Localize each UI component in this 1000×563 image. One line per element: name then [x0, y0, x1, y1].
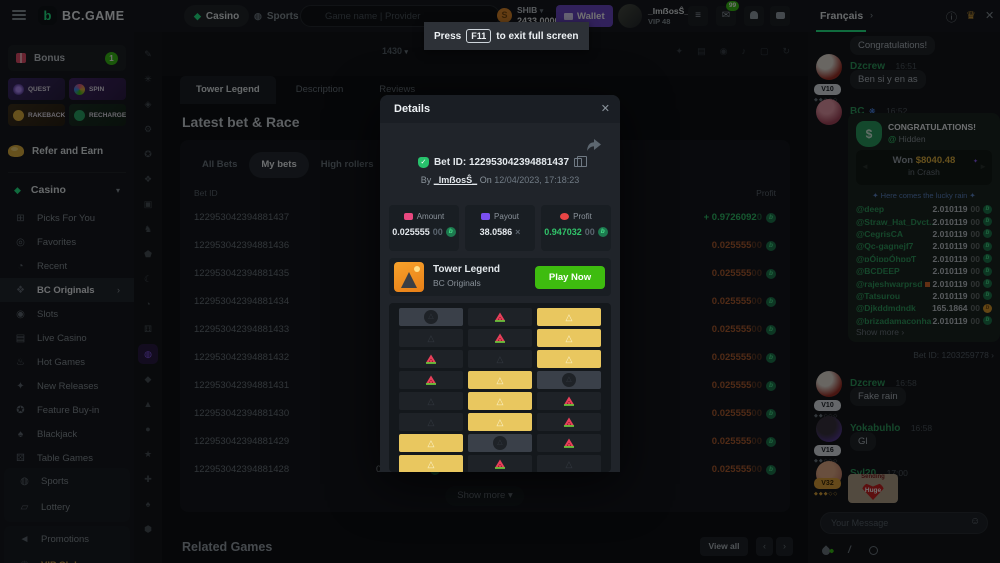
tower-result-grid: △ △ △	[389, 303, 611, 472]
toast-text: Press	[434, 31, 461, 42]
stat-profit: Profit 0.94703200	[541, 205, 611, 251]
tower-cell-dim	[399, 413, 463, 431]
f11-keycap: F11	[466, 29, 491, 43]
tower-cell-melon	[468, 329, 532, 347]
amount-icon	[404, 213, 413, 220]
tower-cell-gold	[399, 434, 463, 452]
profit-icon	[560, 213, 569, 220]
tower-cell-dim	[399, 392, 463, 410]
stat-payout: Payout 38.0586×	[465, 205, 535, 251]
bcgame-app: b BC.GAME ◆ Casino ◍ Sports ⌕ S SHIB ▾ 2…	[0, 0, 1000, 563]
toast-text: to exit full screen	[496, 31, 578, 42]
game-category: BC Originals	[433, 278, 481, 288]
fullscreen-toast: Press F11 to exit full screen	[424, 22, 589, 50]
tower-cell-gold	[399, 455, 463, 472]
game-name: Tower Legend	[433, 264, 500, 275]
tower-cell-dim	[468, 350, 532, 368]
tower-cell-melon	[399, 350, 463, 368]
modal-player-link[interactable]: _ImẞosŜ_	[434, 175, 477, 185]
verified-shield-icon: ✓	[418, 157, 429, 168]
tower-cell-melon	[399, 371, 463, 389]
modal-bet-id-row: ✓ Bet ID: 122953042394881437	[380, 157, 620, 168]
tower-cell-gold	[537, 350, 601, 368]
tower-cell-melon	[468, 308, 532, 326]
modal-close-icon[interactable]: ✕	[601, 102, 610, 115]
modal-stats: Amount 0.02555500 Payout 38.0586× Profit…	[389, 205, 611, 251]
tower-cell-melon	[468, 455, 532, 472]
stat-amount: Amount 0.02555500	[389, 205, 459, 251]
tower-cell-melon	[537, 392, 601, 410]
tower-cell-dim	[537, 455, 601, 472]
tower-cell-block: △	[537, 371, 601, 389]
tower-cell-dim	[399, 329, 463, 347]
tower-cell-melon	[537, 434, 601, 452]
tower-cell-gold	[468, 392, 532, 410]
modal-title: Details	[394, 103, 430, 115]
tower-cell-gold	[468, 413, 532, 431]
tower-cell-gold	[537, 308, 601, 326]
coin-icon	[598, 227, 608, 237]
modal-game-card: Tower Legend BC Originals Play Now	[389, 258, 611, 296]
copy-icon[interactable]	[574, 158, 582, 167]
modal-datetime: 12/04/2023, 17:18:23	[494, 175, 579, 185]
coin-icon	[446, 227, 456, 237]
modal-header: Details ✕	[380, 95, 620, 123]
modal-bet-id: Bet ID: 122953042394881437	[434, 157, 569, 168]
payout-icon	[481, 213, 490, 220]
play-now-button[interactable]: Play Now	[535, 266, 605, 289]
tower-cell-gold	[537, 329, 601, 347]
modal-by-row: By _ImẞosŜ_ On 12/04/2023, 17:18:23	[380, 175, 620, 185]
share-icon[interactable]	[587, 139, 602, 157]
tower-cell-gold	[468, 371, 532, 389]
tower-cell-block: △	[399, 308, 463, 326]
tower-cell-block: △	[468, 434, 532, 452]
tower-cell-melon	[537, 413, 601, 431]
bet-details-modal: Details ✕ ✓ Bet ID: 122953042394881437 B…	[380, 95, 620, 472]
tower-legend-thumbnail[interactable]	[394, 262, 424, 292]
